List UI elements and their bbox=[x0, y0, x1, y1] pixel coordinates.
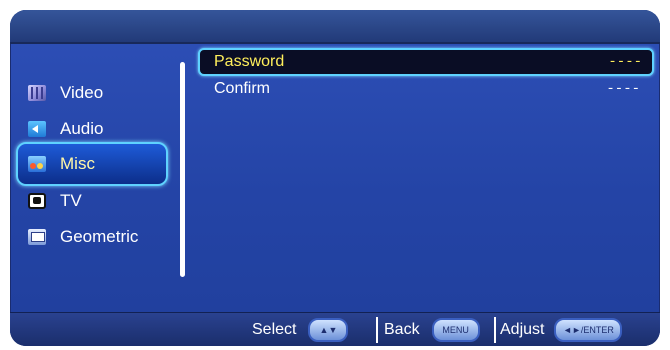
sidebar-item-audio[interactable]: Audio bbox=[26, 114, 103, 144]
sidebar-item-label: Video bbox=[60, 83, 104, 102]
password-label: Password bbox=[214, 53, 285, 70]
confirm-row[interactable]: Confirm ---- bbox=[198, 76, 650, 102]
menu-key-icon: MENU bbox=[431, 318, 480, 342]
confirm-value: ---- bbox=[606, 81, 640, 97]
misc-icon bbox=[28, 156, 46, 172]
back-label: Back bbox=[384, 321, 420, 338]
sidebar-item-label: Misc bbox=[60, 154, 95, 173]
enter-key-icon: ◄►/ENTER bbox=[554, 318, 623, 342]
sidebar-item-tv[interactable]: TV bbox=[26, 186, 82, 216]
sidebar-item-geometric[interactable]: Geometric bbox=[26, 222, 138, 252]
sidebar-item-misc[interactable]: Misc bbox=[16, 142, 168, 186]
sidebar-item-label: Geometric bbox=[60, 227, 139, 246]
title-bar bbox=[10, 10, 660, 44]
audio-icon bbox=[28, 121, 46, 137]
updown-key-icon: ▲▼ bbox=[308, 318, 349, 342]
adjust-label: Adjust bbox=[500, 321, 545, 338]
sidebar-divider bbox=[180, 62, 185, 277]
hint-separator bbox=[494, 317, 496, 343]
confirm-label: Confirm bbox=[214, 80, 271, 97]
sidebar-item-video[interactable]: Video bbox=[26, 78, 103, 108]
sidebar-item-label: Audio bbox=[60, 119, 104, 138]
tv-icon bbox=[28, 193, 46, 209]
password-value: ---- bbox=[608, 54, 642, 70]
select-label: Select bbox=[252, 321, 297, 338]
password-row[interactable]: Password ---- bbox=[198, 48, 654, 76]
select-hint: Select ▲▼ bbox=[252, 313, 349, 346]
hint-separator bbox=[376, 317, 378, 343]
osd-menu: Video Audio Misc TV Geometric Password -… bbox=[10, 10, 660, 346]
hint-bar: Select ▲▼ Back MENU Adjust ◄►/ENTER bbox=[10, 312, 660, 346]
sidebar-item-label: TV bbox=[60, 191, 82, 210]
adjust-hint: Adjust ◄►/ENTER bbox=[500, 313, 623, 346]
back-hint: Back MENU bbox=[384, 313, 480, 346]
video-icon bbox=[28, 85, 46, 101]
geometric-icon bbox=[28, 229, 46, 245]
